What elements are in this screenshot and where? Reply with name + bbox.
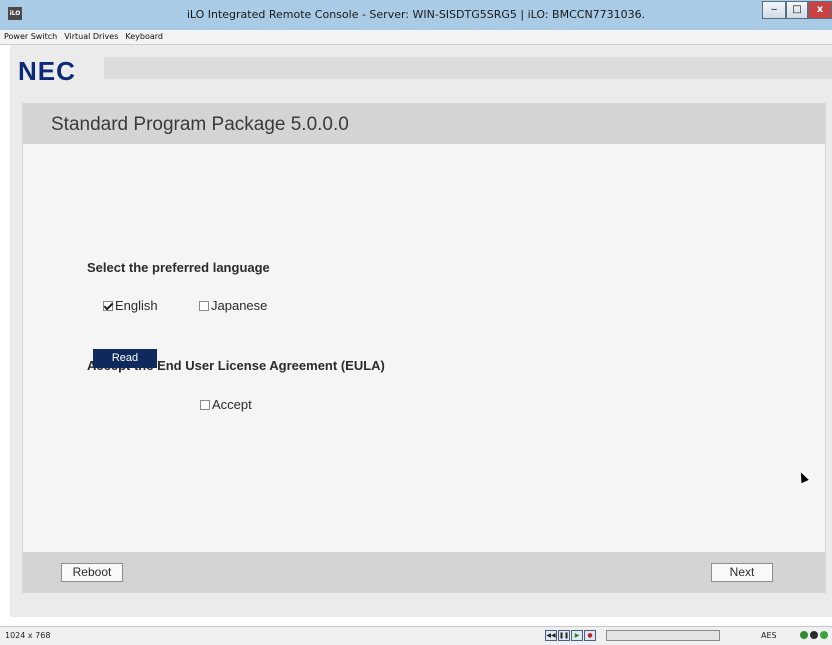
header-banner — [104, 57, 832, 79]
pause-icon[interactable]: ❚❚ — [558, 630, 570, 641]
checkbox-unchecked-icon[interactable] — [199, 301, 209, 311]
english-label: English — [115, 298, 158, 313]
nec-logo: NEC — [18, 56, 76, 86]
encryption-label: AES — [761, 631, 777, 640]
minimize-button[interactable]: ‒ — [762, 1, 786, 19]
status-bar: 1024 x 768 ◀◀ ❚❚ ▶ ● AES — [0, 626, 832, 645]
window-title-bar[interactable]: iLO iLO Integrated Remote Console - Serv… — [0, 0, 832, 31]
japanese-checkbox[interactable]: Japanese — [199, 298, 267, 313]
checkbox-checked-icon[interactable] — [103, 301, 113, 311]
play-icon[interactable]: ▶ — [571, 630, 583, 641]
japanese-label: Japanese — [211, 298, 268, 313]
menu-bar: Power Switch Virtual Drives Keyboard — [0, 30, 832, 45]
next-button[interactable]: Next — [711, 563, 773, 582]
status-indicator-icon — [820, 631, 828, 639]
playback-controls: ◀◀ ❚❚ ▶ ● — [545, 630, 597, 641]
panel-footer: Reboot Next — [23, 552, 825, 592]
rewind-icon[interactable]: ◀◀ — [545, 630, 557, 641]
page-title: Standard Program Package 5.0.0.0 — [51, 114, 349, 135]
menu-virtual-drives[interactable]: Virtual Drives — [60, 30, 121, 41]
menu-keyboard[interactable]: Keyboard — [121, 30, 166, 41]
reboot-button[interactable]: Reboot — [61, 563, 123, 582]
read-eula-button[interactable]: Read — [93, 349, 157, 368]
record-icon[interactable]: ● — [584, 630, 596, 641]
accept-label: Accept — [212, 397, 252, 412]
checkbox-unchecked-icon[interactable] — [200, 400, 210, 410]
status-indicator-icon — [810, 631, 818, 639]
status-indicator-icon — [800, 631, 808, 639]
english-checkbox[interactable]: English — [103, 298, 158, 313]
close-button[interactable]: x — [808, 1, 832, 19]
menu-power-switch[interactable]: Power Switch — [0, 30, 60, 41]
panel-header: Standard Program Package 5.0.0.0 — [23, 104, 825, 144]
remote-console-screen[interactable]: NEC Standard Program Package 5.0.0.0 Sel… — [10, 45, 832, 617]
resolution-readout: 1024 x 768 — [5, 631, 51, 640]
installer-panel: Standard Program Package 5.0.0.0 Select … — [22, 103, 826, 593]
accept-checkbox[interactable]: Accept — [200, 397, 252, 412]
playback-progress-bar[interactable] — [606, 630, 720, 641]
maximize-button[interactable]: □ — [786, 1, 808, 19]
window-title: iLO Integrated Remote Console - Server: … — [186, 8, 646, 21]
language-heading: Select the preferred language — [87, 260, 270, 275]
